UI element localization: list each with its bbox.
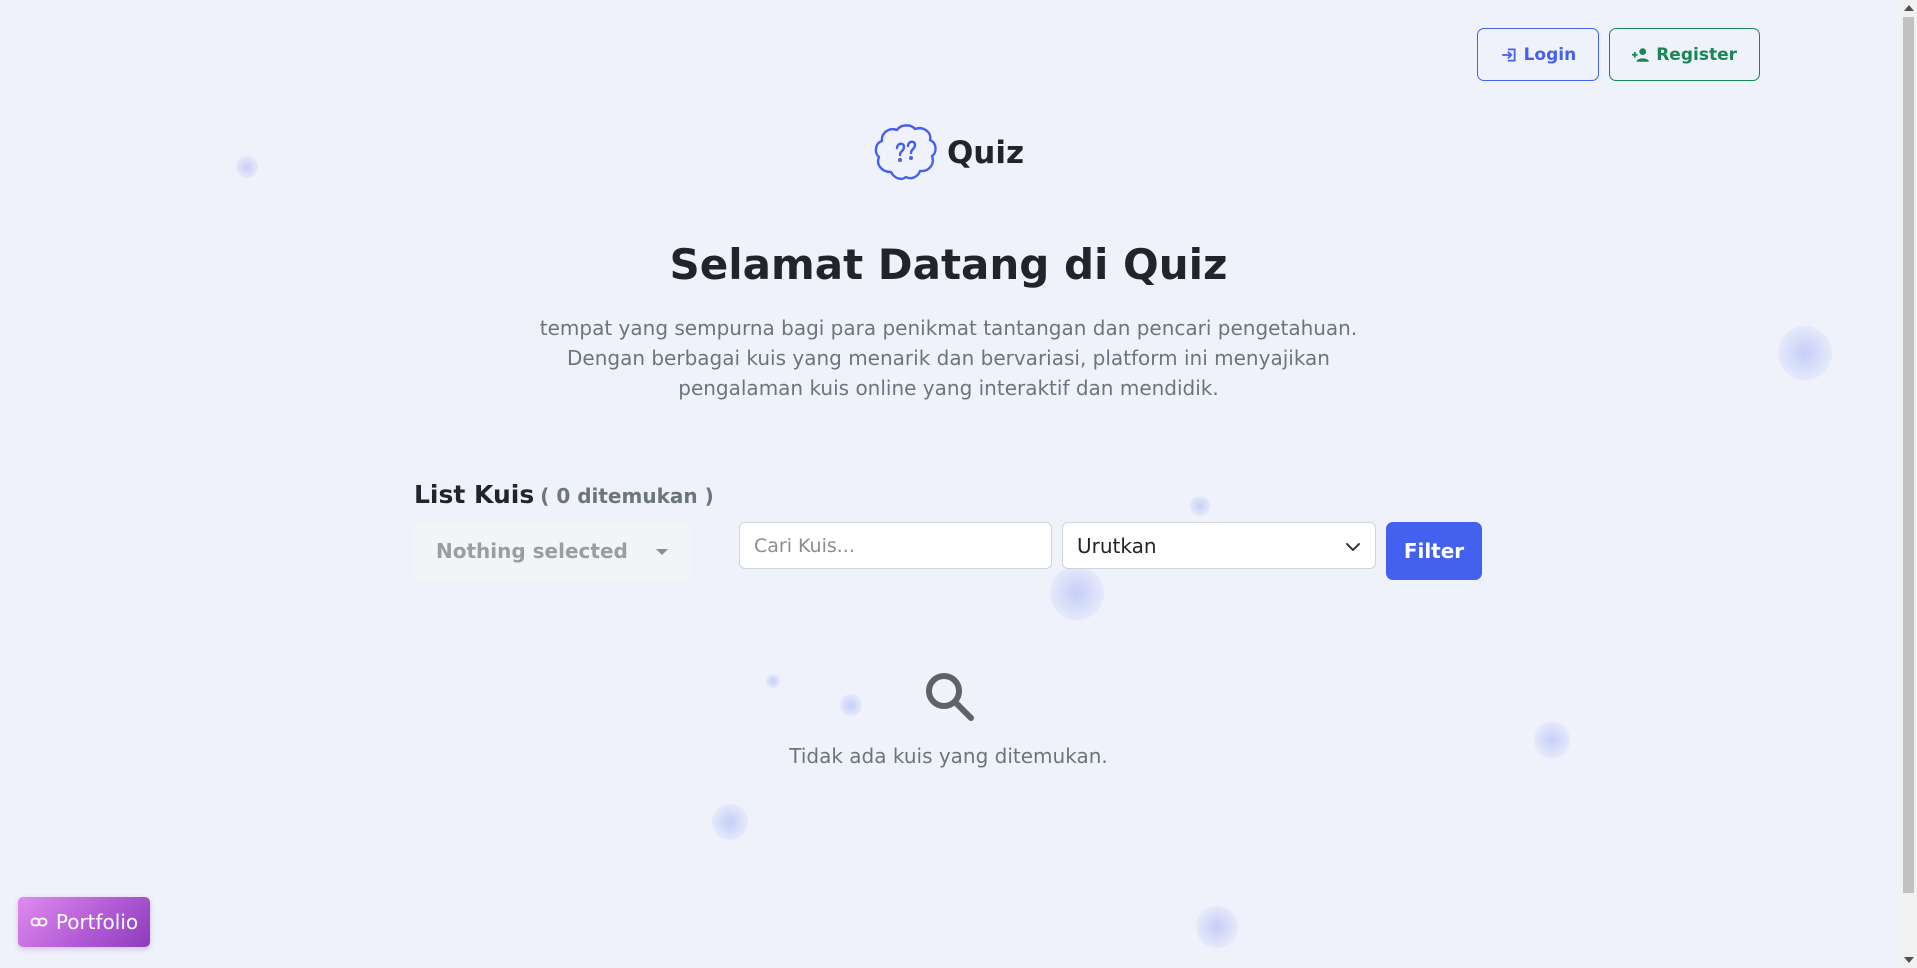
register-label: Register (1656, 44, 1737, 65)
login-label: Login (1523, 44, 1577, 65)
sign-in-icon (1501, 47, 1516, 62)
brand-name: Quiz (946, 135, 1025, 171)
caret-down-icon (656, 549, 668, 555)
category-select-value: Nothing selected (436, 539, 628, 563)
empty-state: Tidak ada kuis yang ditemukan. (0, 668, 1897, 768)
filter-button[interactable]: Filter (1386, 522, 1482, 580)
user-plus-icon (1632, 47, 1650, 62)
hero-description-line: tempat yang sempurna bagi para penikmat … (539, 316, 1358, 340)
search-input[interactable] (739, 522, 1052, 569)
hero-description-line: Dengan berbagai kuis yang menarik dan be… (567, 346, 1330, 370)
decorative-bubble (1196, 906, 1238, 948)
scrollbar-thumb[interactable] (1903, 17, 1914, 893)
quiz-list-title: List Kuis (414, 480, 535, 509)
portfolio-button[interactable]: Portfolio (18, 897, 150, 947)
register-button[interactable]: Register (1609, 28, 1760, 81)
hero-description-line: pengalaman kuis online yang interaktif d… (678, 376, 1219, 400)
portfolio-label: Portfolio (55, 910, 139, 934)
login-button[interactable]: Login (1476, 28, 1600, 81)
page-title: Selamat Datang di Quiz (669, 240, 1228, 289)
decorative-bubble (712, 804, 748, 840)
quiz-count: ( 0 ditemukan ) (540, 484, 714, 508)
vertical-scrollbar[interactable] (1900, 0, 1917, 968)
hero-description: tempat yang sempurna bagi para penikmat … (0, 313, 1897, 403)
quiz-list-header: List Kuis ( 0 ditemukan ) (414, 480, 714, 509)
brand: Quiz (0, 122, 1897, 184)
scroll-down-icon[interactable] (1904, 957, 1914, 963)
link-icon (30, 917, 48, 927)
auth-buttons: Login Register (1476, 28, 1760, 81)
empty-state-message: Tidak ada kuis yang ditemukan. (789, 744, 1108, 768)
category-select[interactable]: Nothing selected (414, 522, 690, 580)
sort-select[interactable]: Urutkan (1062, 522, 1376, 569)
brain-question-icon (874, 124, 937, 180)
search-icon (925, 673, 974, 721)
scroll-up-icon[interactable] (1904, 5, 1914, 11)
filter-bar: Nothing selected Urutkan Filter (414, 522, 1484, 580)
chevron-down-icon (1346, 543, 1360, 551)
sort-select-value: Urutkan (1077, 533, 1157, 558)
decorative-bubble (1190, 496, 1210, 516)
